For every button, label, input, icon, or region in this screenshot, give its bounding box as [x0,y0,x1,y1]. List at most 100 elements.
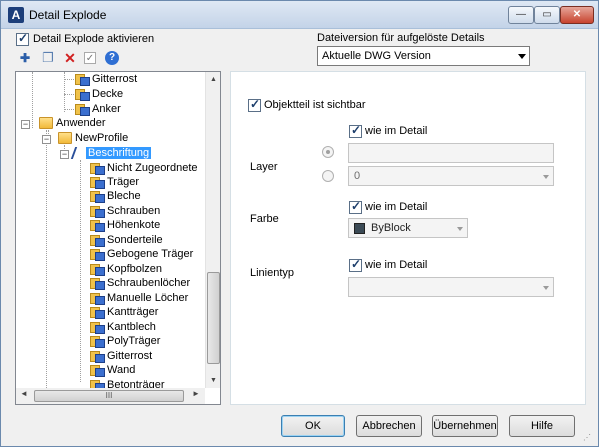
color-same-checkbox[interactable] [349,199,362,214]
profile-item-icon [90,176,105,190]
title-bar: A Detail Explode — ▭ ✕ [1,1,598,29]
visible-checkbox[interactable] [248,97,261,112]
tree-item[interactable]: Nicht Zugeordnete [90,162,198,176]
tree-line [64,79,74,80]
tree-item[interactable]: Kopfbolzen [90,263,162,277]
profile-item-icon [75,88,90,102]
linetype-same-checkbox[interactable] [349,257,362,272]
profile-item-icon [90,306,105,320]
profile-item-icon [75,103,90,117]
version-select[interactable]: Aktuelle DWG Version [317,46,530,66]
tree-item-beschriftung[interactable]: Beschriftung [70,147,152,161]
tree-line [80,160,81,382]
visible-label: Objektteil ist sichtbar [264,99,366,111]
layer-text-field[interactable] [348,143,554,163]
tree-line [64,109,74,110]
chevron-down-icon [543,175,549,179]
tree-vertical-scrollbar[interactable]: ▲ ▼ [205,72,220,388]
tree-item[interactable]: Wand [90,364,135,378]
collapse-toggle[interactable]: − [42,135,51,144]
enable-label: Detail Explode aktivieren [33,33,155,45]
tree-line [46,130,47,404]
tree-item[interactable]: Schrauben [90,205,160,219]
maximize-button[interactable]: ▭ [534,6,560,24]
help-icon[interactable]: ? [105,51,119,65]
annotation-icon [70,147,86,160]
tree-item[interactable]: Höhenkote [90,219,160,233]
enable-checkbox[interactable] [16,31,29,46]
properties-panel: Objektteil ist sichtbar wie im Detail La… [230,71,586,405]
scroll-up-icon[interactable]: ▲ [206,72,221,87]
tree-item[interactable]: Träger [90,176,139,190]
profile-item-icon [90,190,105,204]
check-icon[interactable]: ✓ [84,52,96,64]
minimize-button[interactable]: — [508,6,534,24]
linetype-label: Linientyp [250,267,295,279]
copy-icon[interactable]: ❐ [40,50,56,66]
layer-select[interactable]: 0 [348,166,554,186]
apply-button[interactable]: Übernehmen [432,415,498,437]
tree-item[interactable]: Gitterrost [75,73,137,87]
tree-item[interactable]: Gitterrost [90,350,152,364]
profile-item-icon [90,364,105,378]
tree-item[interactable]: Anker [75,103,121,117]
tree-item[interactable]: Kantblech [90,321,156,335]
scroll-left-icon[interactable]: ◄ [20,389,28,398]
ok-button[interactable]: OK [281,415,345,437]
profile-item-icon [90,248,105,262]
folder-icon [39,117,53,130]
profile-item-icon [90,277,105,291]
tree-folder-newprofile[interactable]: NewProfile [58,132,128,146]
scroll-right-icon[interactable]: ► [192,389,200,398]
scroll-thumb[interactable]: III [34,390,184,402]
profile-tree[interactable]: Gitterrost Decke Anker − Anwender − NewP… [15,71,221,405]
layer-select-value: 0 [354,170,361,182]
collapse-toggle[interactable]: − [21,120,30,129]
color-select[interactable]: ByBlock [348,218,468,238]
collapse-toggle[interactable]: − [60,150,69,159]
tree-item[interactable]: Schraubenlöcher [90,277,190,291]
delete-icon[interactable]: ✕ [62,50,78,66]
resize-grip-icon[interactable]: ⋰ [583,433,591,442]
window-title: Detail Explode [29,8,107,22]
chevron-down-icon [457,227,463,231]
tree-line [64,72,65,112]
layer-same-checkbox[interactable] [349,123,362,138]
layer-text-radio[interactable] [322,146,334,158]
tree-line [64,94,74,95]
new-item-icon[interactable]: ✚ [17,50,33,66]
chevron-down-icon [518,54,526,59]
profile-item-icon [90,335,105,349]
scroll-down-icon[interactable]: ▼ [206,373,221,388]
tree-folder-anwender[interactable]: Anwender [39,117,106,131]
close-button[interactable]: ✕ [560,6,594,24]
scroll-thumb[interactable] [207,272,220,364]
profile-item-icon [90,292,105,306]
linetype-select[interactable] [348,277,554,297]
linetype-same-label: wie im Detail [365,259,428,271]
color-same-label: wie im Detail [365,201,428,213]
cancel-button[interactable]: Abbrechen [356,415,422,437]
tree-item[interactable]: Decke [75,88,123,102]
app-icon: A [8,7,24,23]
color-select-value-wrap: ByBlock [354,222,411,234]
tree-item[interactable]: Gebogene Träger [90,248,193,262]
profile-item-icon [90,234,105,248]
tree-item[interactable]: Kantträger [90,306,158,320]
tree-horizontal-scrollbar[interactable]: ◄ III ► [16,388,205,404]
layer-select-radio[interactable] [322,170,334,182]
layer-same-label: wie im Detail [365,125,428,137]
profile-item-icon [90,219,105,233]
profile-item-icon [90,162,105,176]
version-select-value: Aktuelle DWG Version [322,50,431,62]
color-select-value: ByBlock [371,222,411,234]
profile-item-icon [90,263,105,277]
detail-explode-dialog: A Detail Explode — ▭ ✕ Detail Explode ak… [0,0,599,447]
tree-item[interactable]: Bleche [90,190,141,204]
profile-item-icon [90,205,105,219]
profile-item-icon [90,321,105,335]
tree-item[interactable]: Manuelle Löcher [90,292,188,306]
tree-item[interactable]: PolyTräger [90,335,160,349]
tree-item[interactable]: Sonderteile [90,234,163,248]
help-button[interactable]: Hilfe [509,415,575,437]
